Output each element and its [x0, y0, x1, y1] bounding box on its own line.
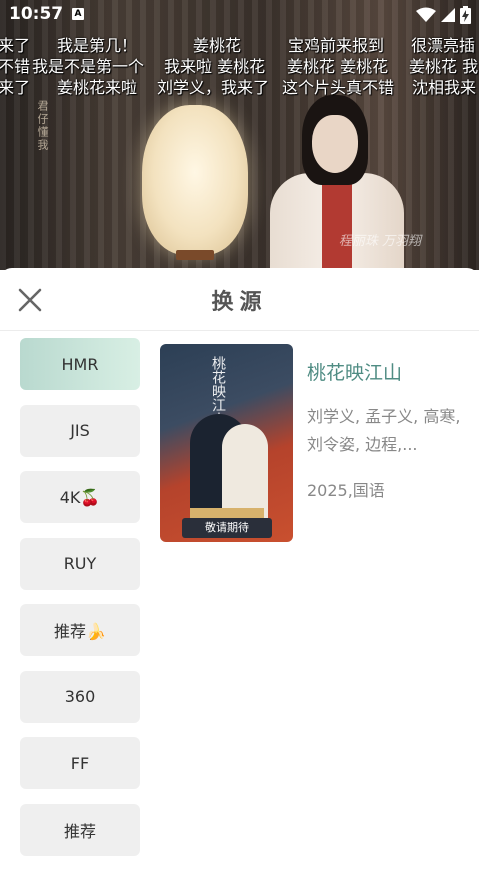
source-item[interactable]: 推荐🍌 — [20, 604, 140, 656]
source-item[interactable]: 4K🍒 — [20, 471, 140, 523]
result-meta: 2025,国语 — [307, 481, 385, 500]
wifi-icon — [416, 7, 436, 22]
source-item[interactable]: 360 — [20, 670, 140, 723]
poster-banner — [190, 508, 264, 518]
danmaku-comment: 姜桃花来啦 — [57, 78, 138, 97]
signal-icon — [441, 8, 455, 22]
video-poster[interactable]: 桃花映江山 敬请期待 — [160, 344, 293, 542]
lantern-image — [142, 105, 248, 255]
poster-tag: 敬请期待 — [182, 518, 272, 538]
source-item[interactable]: RUY — [20, 537, 140, 590]
danmaku-comment: 刘学义，我来了 — [157, 78, 270, 97]
result-title[interactable]: 桃花映江山 — [307, 358, 463, 385]
source-switch-sheet: 换源 HMR JIS 4K🍒 RUY 推荐🍌 360 FF 推荐 桃花映江山 敬… — [0, 268, 479, 856]
lantern-base — [176, 250, 214, 260]
video-credit: 程丽珠 万羽翔 — [338, 234, 421, 249]
source-item[interactable]: 推荐 — [20, 803, 140, 856]
danmaku-comment: 这个片头真不错 — [282, 78, 395, 97]
video-calligraphy-left: 君仔懂我 — [36, 100, 49, 152]
danmaku-comment: 来了 — [0, 78, 31, 97]
battery-charging-icon — [460, 6, 471, 24]
notification-a-icon: A — [72, 8, 84, 20]
source-item[interactable]: FF — [20, 737, 140, 789]
result-info[interactable]: 桃花映江山 刘学义, 孟子义, 高寒, 刘令姿, 边程,... 2025,国语 — [307, 358, 463, 501]
status-time: 10:57 — [9, 4, 64, 24]
result-cast: 刘学义, 孟子义, 高寒, 刘令姿, 边程,... — [307, 407, 461, 454]
status-icons — [416, 6, 471, 24]
status-bar: 10:57 A — [0, 0, 479, 30]
danmaku-comment: 沈相我来 — [412, 78, 477, 97]
video-player[interactable]: 君仔懂我 程丽珠 万羽翔 来了 我是第几！ 姜桃花 宝鸡前来报到 很漂亮插 不错… — [0, 0, 479, 270]
sheet-title: 换源 — [211, 290, 268, 315]
source-list: HMR JIS 4K🍒 RUY 推荐🍌 360 FF 推荐 — [20, 338, 140, 870]
source-item[interactable]: JIS — [20, 404, 140, 457]
source-item[interactable]: HMR — [20, 338, 140, 390]
sheet-header: 换源 — [0, 268, 479, 331]
